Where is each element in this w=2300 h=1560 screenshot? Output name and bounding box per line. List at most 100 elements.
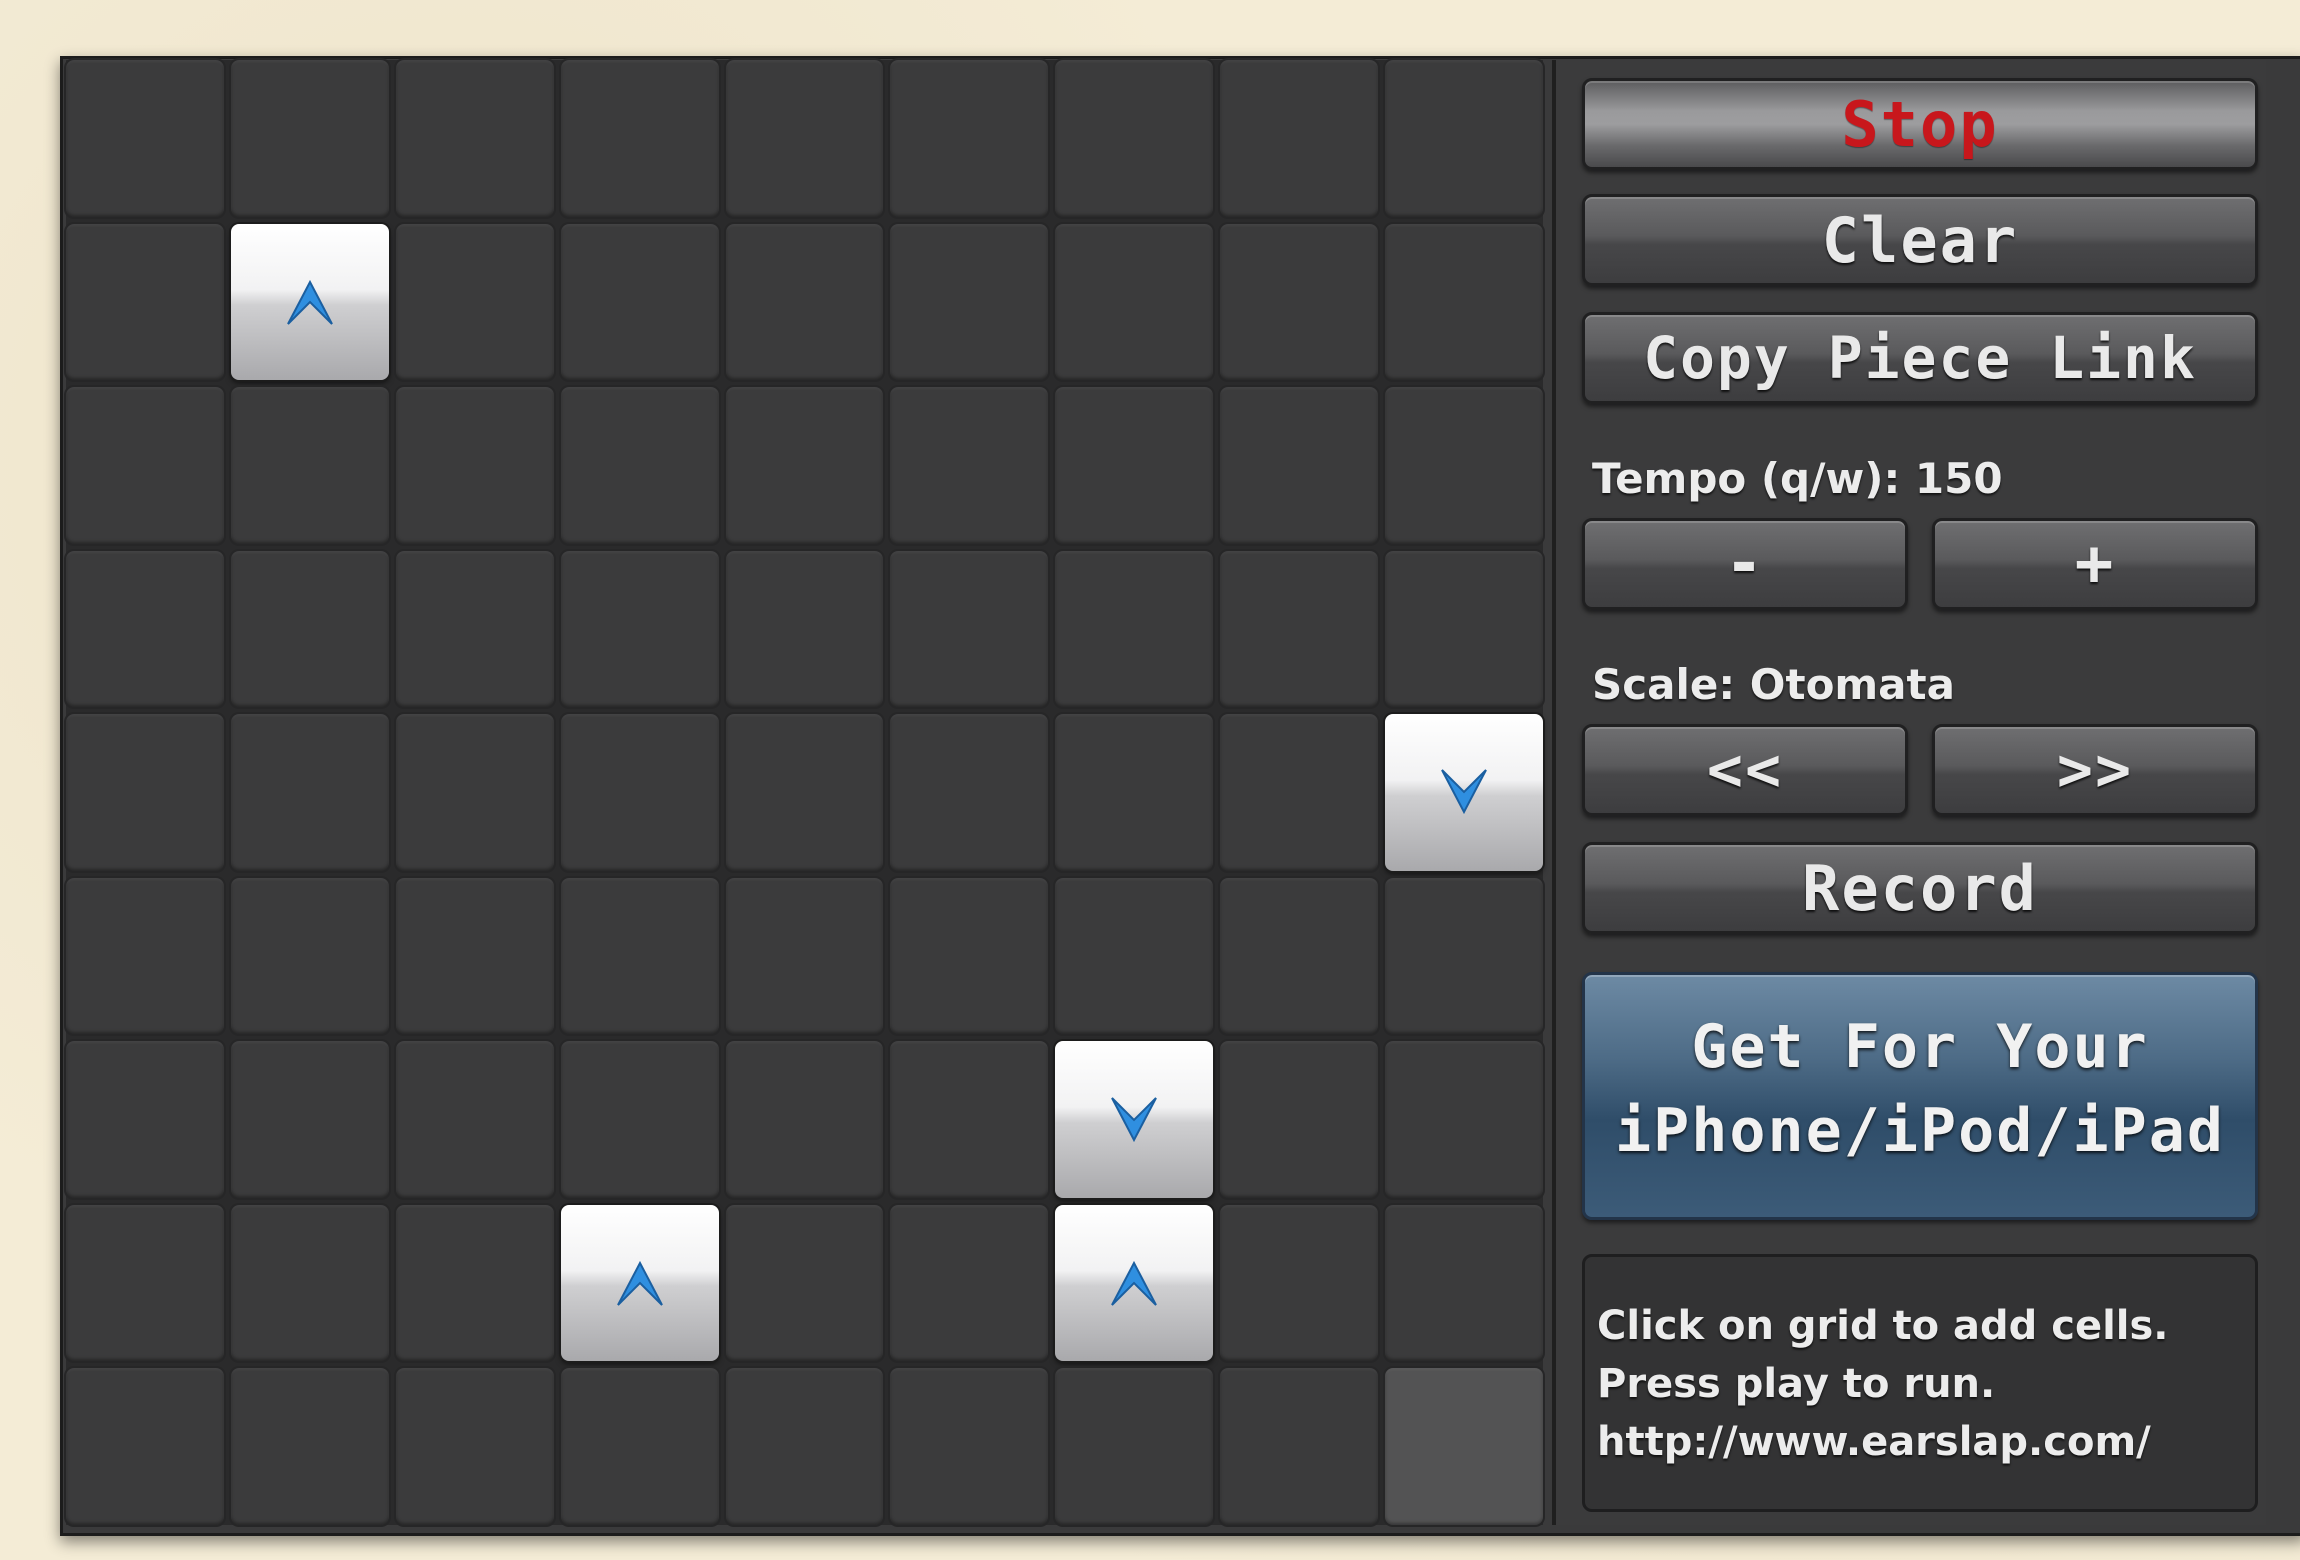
grid-cell[interactable] <box>560 550 719 708</box>
grid-cell[interactable] <box>230 714 389 871</box>
grid-cell[interactable] <box>725 60 884 217</box>
grid-cell[interactable] <box>890 60 1049 217</box>
grid-cell[interactable] <box>1220 550 1379 708</box>
grid-cell[interactable] <box>1220 714 1379 871</box>
grid-cell[interactable] <box>230 550 389 708</box>
grid-cell[interactable] <box>66 714 224 871</box>
grid-cell[interactable] <box>725 223 884 381</box>
grid-cell[interactable] <box>1220 1204 1379 1362</box>
grid-cell[interactable] <box>725 1041 884 1198</box>
tempo-increase-button[interactable]: + <box>1932 518 2258 610</box>
grid-cell[interactable] <box>890 714 1049 871</box>
grid-cell[interactable] <box>395 60 554 217</box>
grid-cell[interactable] <box>890 1368 1049 1525</box>
info-line-1: Click on grid to add cells. <box>1597 1303 2169 1349</box>
stop-button[interactable]: Stop <box>1582 78 2258 170</box>
grid-cell[interactable] <box>1385 714 1543 871</box>
grid-cell[interactable] <box>890 223 1049 381</box>
grid-cell[interactable] <box>230 387 389 544</box>
grid-cell[interactable] <box>395 877 554 1035</box>
grid-cell[interactable] <box>890 877 1049 1035</box>
grid-cell[interactable] <box>230 1368 389 1525</box>
grid-cell[interactable] <box>560 1041 719 1198</box>
grid-cell[interactable] <box>230 223 389 381</box>
grid-cell[interactable] <box>395 1368 554 1525</box>
control-panel: Stop Clear Copy Piece Link Tempo (q/w): … <box>1552 60 2266 1525</box>
grid-cell[interactable] <box>395 387 554 544</box>
info-box: Click on grid to add cells. Press play t… <box>1582 1254 2258 1512</box>
record-button[interactable]: Record <box>1582 842 2258 934</box>
scale-label: Scale: Otomata <box>1592 660 1955 709</box>
grid-cell[interactable] <box>1385 60 1543 217</box>
grid-cell[interactable] <box>1055 1368 1214 1525</box>
grid-cell[interactable] <box>1385 223 1543 381</box>
grid-cell[interactable] <box>66 387 224 544</box>
grid-cell[interactable] <box>1385 387 1543 544</box>
promo-line-2: iPhone/iPod/iPad <box>1615 1096 2225 1166</box>
grid-cell[interactable] <box>395 550 554 708</box>
arrow-up-icon <box>610 1253 670 1313</box>
grid-cell[interactable] <box>725 550 884 708</box>
tempo-decrease-button[interactable]: - <box>1582 518 1908 610</box>
grid-cell[interactable] <box>1055 1041 1214 1198</box>
grid-cell[interactable] <box>1055 877 1214 1035</box>
tempo-label: Tempo (q/w): 150 <box>1592 454 2003 503</box>
grid-cell[interactable] <box>1385 1368 1543 1525</box>
clear-button[interactable]: Clear <box>1582 194 2258 286</box>
grid-cell[interactable] <box>1220 1368 1379 1525</box>
grid-cell[interactable] <box>66 550 224 708</box>
grid-cell[interactable] <box>890 1041 1049 1198</box>
grid-cell[interactable] <box>230 877 389 1035</box>
grid-cell[interactable] <box>725 714 884 871</box>
grid-cell[interactable] <box>66 223 224 381</box>
grid-cell[interactable] <box>1220 1041 1379 1198</box>
grid-cell[interactable] <box>1055 550 1214 708</box>
grid-cell[interactable] <box>560 1204 719 1362</box>
grid-cell[interactable] <box>1385 1204 1543 1362</box>
grid-cell[interactable] <box>1220 387 1379 544</box>
grid-cell[interactable] <box>890 550 1049 708</box>
get-for-iphone-button[interactable]: Get For Your iPhone/iPod/iPad <box>1582 972 2258 1220</box>
grid-cell[interactable] <box>66 1041 224 1198</box>
grid-cell[interactable] <box>66 877 224 1035</box>
grid-cell[interactable] <box>1055 1204 1214 1362</box>
arrow-up-icon <box>1104 1253 1164 1313</box>
grid-cell[interactable] <box>230 1204 389 1362</box>
grid-cell[interactable] <box>1385 550 1543 708</box>
grid-cell[interactable] <box>560 714 719 871</box>
grid-cell[interactable] <box>725 877 884 1035</box>
grid-cell[interactable] <box>890 387 1049 544</box>
grid-cell[interactable] <box>395 1204 554 1362</box>
grid-cell[interactable] <box>66 1368 224 1525</box>
sequencer-grid[interactable] <box>66 60 1543 1525</box>
grid-cell[interactable] <box>1220 223 1379 381</box>
grid-cell[interactable] <box>1055 223 1214 381</box>
grid-cell[interactable] <box>230 60 389 217</box>
grid-cell[interactable] <box>725 387 884 544</box>
grid-cell[interactable] <box>395 714 554 871</box>
grid-cell[interactable] <box>1055 714 1214 871</box>
grid-cell[interactable] <box>66 1204 224 1362</box>
grid-cell[interactable] <box>230 1041 389 1198</box>
grid-cell[interactable] <box>1055 387 1214 544</box>
grid-cell[interactable] <box>395 1041 554 1198</box>
grid-cell[interactable] <box>66 60 224 217</box>
grid-cell[interactable] <box>1220 60 1379 217</box>
grid-cell[interactable] <box>560 877 719 1035</box>
grid-cell[interactable] <box>560 387 719 544</box>
grid-cell[interactable] <box>560 223 719 381</box>
grid-cell[interactable] <box>725 1368 884 1525</box>
grid-cell[interactable] <box>560 1368 719 1525</box>
scale-previous-button[interactable]: << <box>1582 724 1908 816</box>
grid-cell[interactable] <box>725 1204 884 1362</box>
grid-cell[interactable] <box>1055 60 1214 217</box>
grid-cell[interactable] <box>890 1204 1049 1362</box>
grid-cell[interactable] <box>395 223 554 381</box>
grid-cell[interactable] <box>1385 1041 1543 1198</box>
grid-cell[interactable] <box>560 60 719 217</box>
scale-next-button[interactable]: >> <box>1932 724 2258 816</box>
grid-cell[interactable] <box>1220 877 1379 1035</box>
info-line-3[interactable]: http://www.earslap.com/ <box>1597 1413 2255 1471</box>
copy-piece-link-button[interactable]: Copy Piece Link <box>1582 312 2258 404</box>
grid-cell[interactable] <box>1385 877 1543 1035</box>
